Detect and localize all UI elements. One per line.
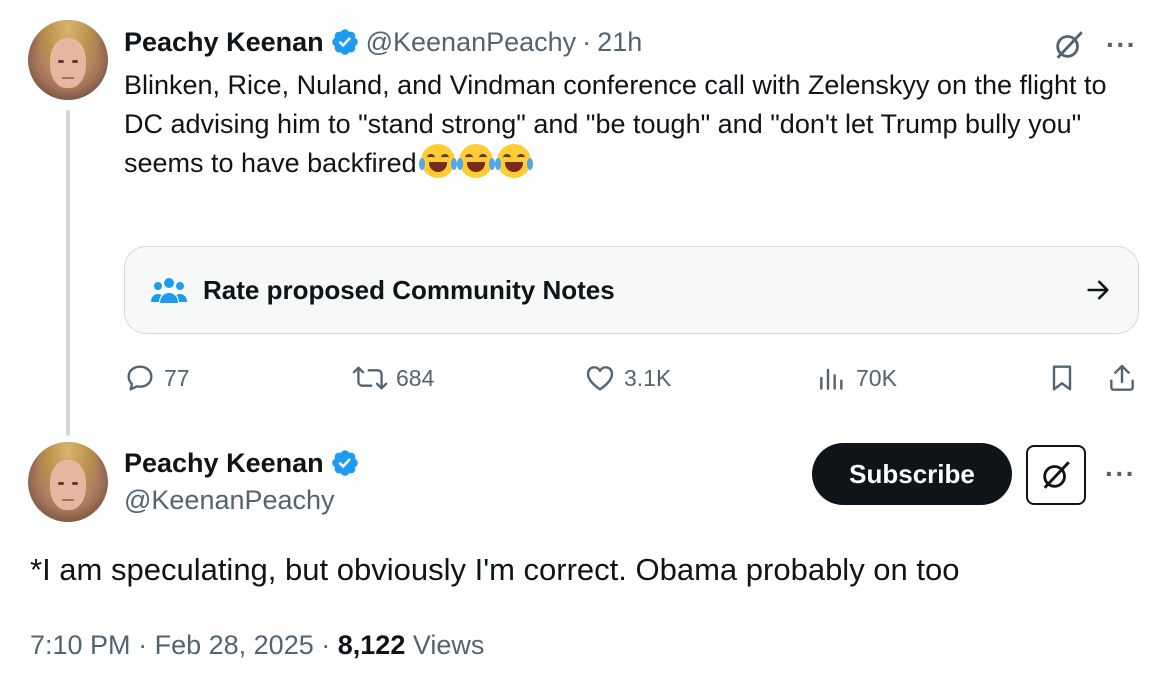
tweet-text-line-2: seems to have backfired <box>124 144 1134 183</box>
more-icon[interactable]: ··· <box>1106 31 1137 59</box>
author-name[interactable]: Peachy Keenan <box>124 27 324 58</box>
reply-icon <box>127 365 153 391</box>
bookmark-button[interactable] <box>1046 362 1078 394</box>
views-count: 8,122 <box>337 630 406 660</box>
tweet-text: Blinken, Rice, Nuland, and Vindman confe… <box>124 66 1134 183</box>
arrow-right-icon <box>1087 280 1109 300</box>
community-notes-label: Rate proposed Community Notes <box>203 274 615 305</box>
tweet-header: Peachy Keenan @KeenanPeachy <box>124 445 360 516</box>
author-name[interactable]: Peachy Keenan <box>124 448 324 479</box>
tweet-meta: 7:10 PM · Feb 28, 2025 · 8,122 Views <box>30 630 484 661</box>
share-button[interactable] <box>1106 362 1138 394</box>
tweet-text-line: Blinken, Rice, Nuland, and Vindman confe… <box>124 70 1107 139</box>
heart-icon <box>586 366 614 391</box>
like-button[interactable]: 3.1K <box>584 362 671 394</box>
grok-icon[interactable] <box>1052 28 1086 62</box>
more-icon[interactable]: ··· <box>1105 460 1136 488</box>
tears-of-joy-emoji-icon <box>418 144 457 178</box>
avatar[interactable] <box>28 20 108 100</box>
repost-button[interactable]: 684 <box>352 362 434 394</box>
separator-dot: · <box>582 26 592 57</box>
views-label: Views <box>412 630 485 660</box>
tweet-date[interactable]: Feb 28, 2025 <box>155 630 314 660</box>
community-notes-button[interactable]: Rate proposed Community Notes <box>124 246 1139 334</box>
verified-badge-icon[interactable] <box>330 448 360 478</box>
author-handle[interactable]: @KeenanPeachy <box>124 485 335 515</box>
author-handle[interactable]: @KeenanPeachy <box>366 27 577 58</box>
bookmark-icon <box>1052 365 1072 391</box>
reply-button[interactable]: 77 <box>124 362 190 394</box>
community-notes-icon <box>151 278 187 303</box>
repost-count: 684 <box>396 364 435 391</box>
views-button[interactable]: 70K <box>816 362 897 394</box>
views-count: 70K <box>856 364 897 391</box>
tweet-text-line: seems to have backfired <box>124 148 417 178</box>
repost-icon <box>352 366 388 390</box>
timestamp[interactable]: 21h <box>597 27 642 58</box>
tweet-time[interactable]: 7:10 PM <box>30 630 131 660</box>
verified-badge-icon[interactable] <box>330 27 360 57</box>
subscribe-button[interactable]: Subscribe <box>812 443 1012 505</box>
tweet-text: *I am speculating, but obviously I'm cor… <box>30 552 960 587</box>
thread-line <box>66 110 70 436</box>
separator-dot: · <box>321 630 331 660</box>
tweet-action-bar: 77 684 3.1K 70K <box>124 360 1139 400</box>
like-count: 3.1K <box>624 364 672 391</box>
tweet-top-actions: ··· <box>1052 28 1137 62</box>
avatar[interactable] <box>28 442 108 522</box>
grok-button[interactable] <box>1026 445 1086 505</box>
views-icon <box>820 368 843 390</box>
separator-dot: · <box>138 630 148 660</box>
tears-of-joy-emoji-icon <box>494 144 533 178</box>
grok-icon <box>1043 461 1070 489</box>
tweet-header: Peachy Keenan @KeenanPeachy · 21h <box>124 24 642 60</box>
tears-of-joy-emoji-icon <box>456 144 495 178</box>
share-icon <box>1110 364 1134 391</box>
reply-count: 77 <box>164 364 190 391</box>
